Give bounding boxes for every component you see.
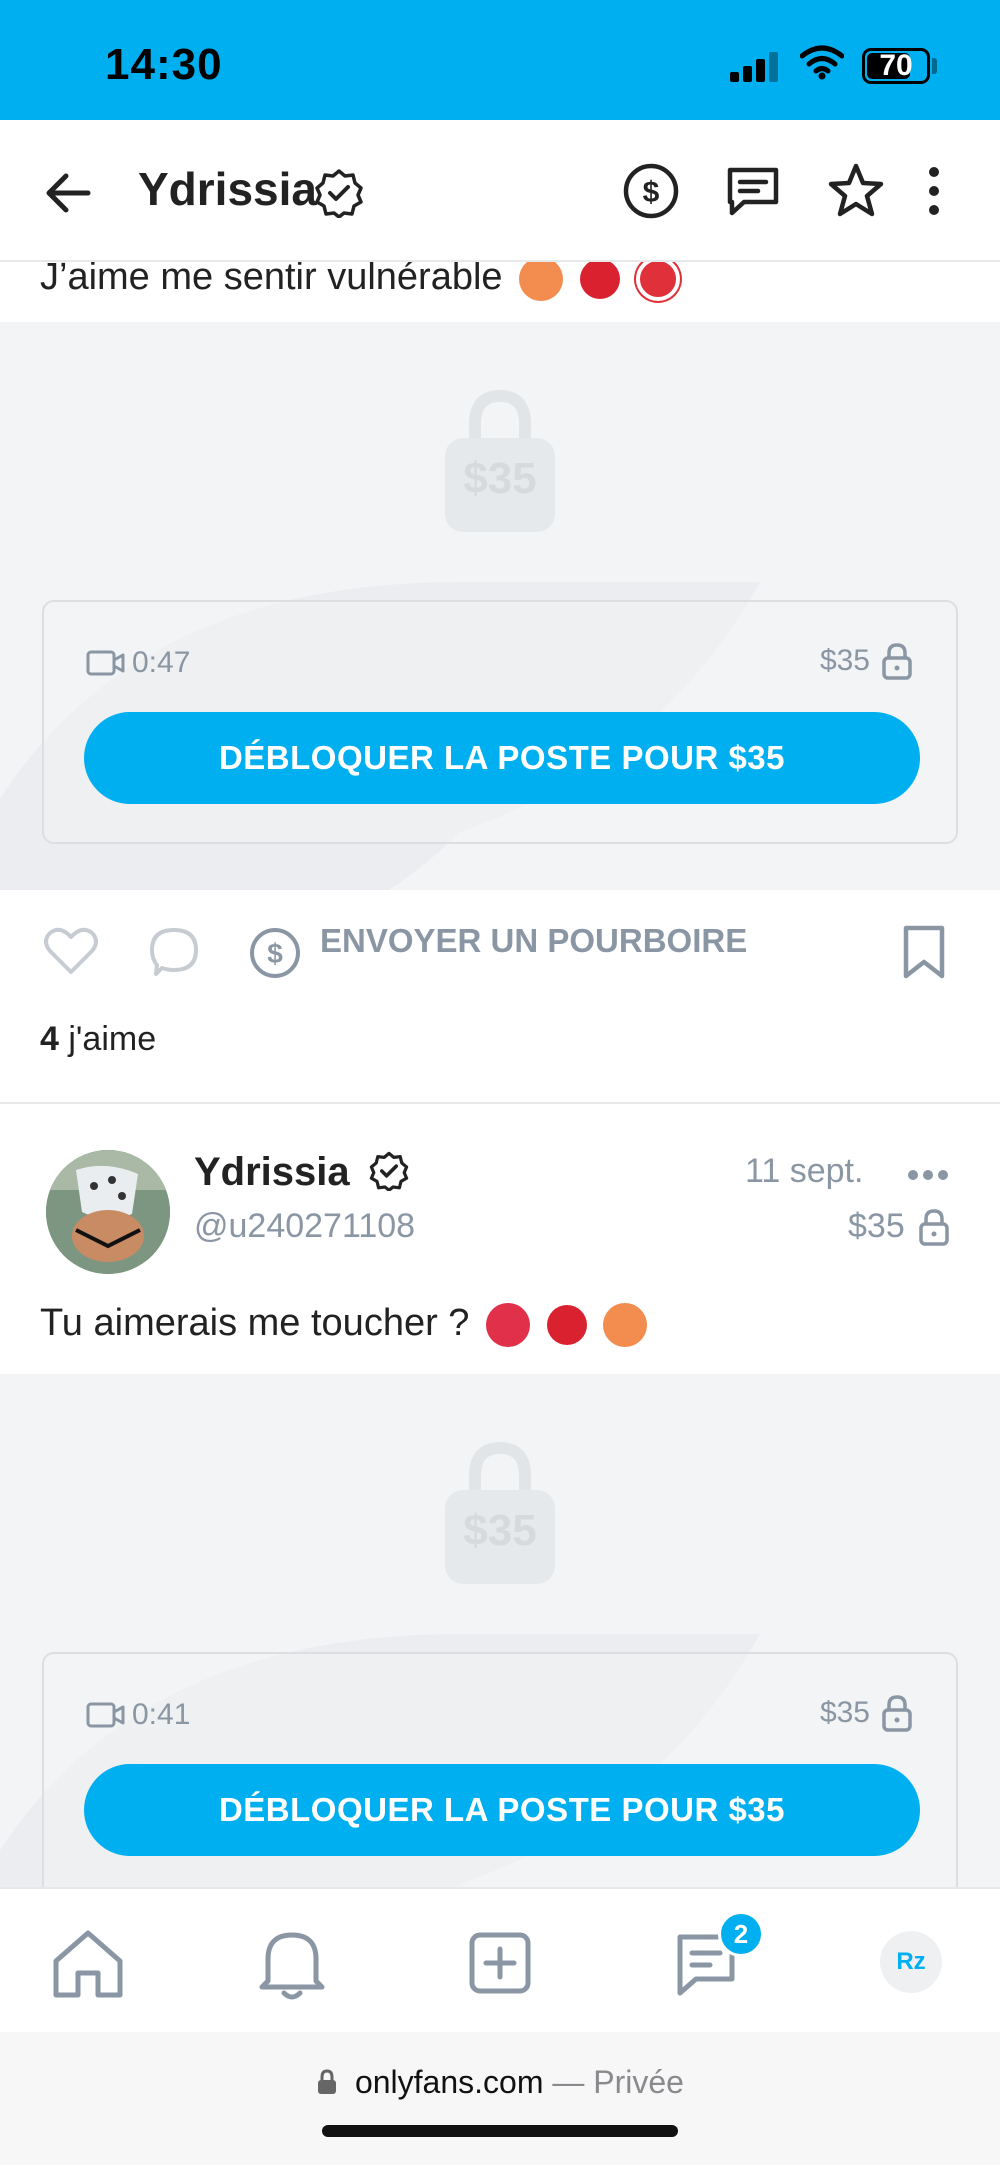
lock-icon: [918, 1208, 949, 1246]
browser-address-bar[interactable]: onlyfans.com — Privée: [0, 2032, 1000, 2165]
battery-cap: [932, 58, 937, 74]
private-mode-label: Privée: [593, 2064, 684, 2100]
svg-text:$: $: [643, 176, 660, 209]
home-icon[interactable]: [48, 1923, 128, 2003]
bell-icon[interactable]: [252, 1923, 332, 2003]
tip-dollar-icon[interactable]: $: [248, 926, 302, 980]
page-title[interactable]: Ydrissia: [138, 162, 317, 216]
bottom-tab-bar: 2 Rz: [0, 1887, 1000, 2032]
profile-avatar[interactable]: Rz: [880, 1931, 942, 1993]
wifi-icon: [800, 45, 844, 80]
status-bar: 14:30 70: [0, 0, 1000, 120]
url-display[interactable]: onlyfans.com — Privée: [0, 2064, 1000, 2101]
locked-media[interactable]: $35 0:41 $35 DÉBLOQUER LA POSTE POUR $35: [0, 1374, 1000, 1887]
verified-icon: [315, 169, 363, 218]
watermark-lock-icon: $35: [445, 1434, 555, 1584]
unlock-post-button[interactable]: DÉBLOQUER LA POSTE POUR $35: [84, 1764, 920, 1856]
battery-level: 70: [879, 49, 913, 82]
cherries-emoji: [546, 1304, 587, 1345]
feed: J’aime me sentir vulnérable $35 0:47 $35…: [0, 262, 1000, 1887]
more-horizontal-icon[interactable]: [908, 1167, 953, 1185]
add-post-icon[interactable]: [460, 1923, 540, 2003]
video-icon: [86, 1702, 125, 1728]
url-separator: —: [543, 2064, 594, 2100]
author-handle[interactable]: @u240271108: [194, 1207, 415, 1246]
media-card: 0:47 $35 DÉBLOQUER LA POSTE POUR $35: [42, 600, 958, 844]
avatar[interactable]: [46, 1150, 170, 1274]
media-price: $35: [820, 642, 914, 680]
peach-emoji: [519, 262, 564, 301]
media-card: 0:41 $35 DÉBLOQUER LA POSTE POUR $35: [42, 1652, 958, 1887]
bookmark-icon[interactable]: [900, 924, 948, 980]
unlock-post-button[interactable]: DÉBLOQUER LA POSTE POUR $35: [84, 712, 920, 804]
signal-icon: [730, 50, 785, 82]
status-time: 14:30: [105, 40, 223, 89]
post-caption: J’aime me sentir vulnérable: [40, 262, 681, 301]
lock-icon: [882, 643, 912, 680]
home-indicator: [322, 2125, 678, 2137]
post-date: 11 sept.: [745, 1152, 864, 1190]
video-icon: [86, 650, 125, 676]
lock-icon: [882, 1695, 912, 1732]
media-price: $35: [820, 1694, 914, 1732]
video-duration: 0:47: [86, 646, 190, 680]
tongue-emoji: [486, 1302, 530, 1347]
more-vertical-icon[interactable]: [914, 160, 954, 222]
star-icon[interactable]: [825, 160, 887, 222]
peach-emoji: [603, 1302, 648, 1347]
battery-icon: 70: [862, 48, 930, 84]
video-duration: 0:41: [86, 1698, 190, 1732]
lock-icon: [318, 2069, 337, 2094]
author-name[interactable]: Ydrissia: [194, 1150, 409, 1195]
no-under-18-emoji: [636, 262, 681, 301]
post-caption: Tu aimerais me toucher ?: [40, 1302, 648, 1347]
message-icon[interactable]: [722, 160, 784, 222]
send-tip-button[interactable]: ENVOYER UN POURBOIRE: [320, 922, 747, 960]
heart-icon[interactable]: [44, 926, 98, 976]
url-domain: onlyfans.com: [354, 2064, 544, 2100]
messages-badge: 2: [718, 1911, 764, 1957]
verified-icon: [369, 1151, 408, 1192]
locked-media[interactable]: $35 0:47 $35 DÉBLOQUER LA POSTE POUR $35: [0, 322, 1000, 890]
post-actions: $ ENVOYER UN POURBOIRE: [0, 882, 1000, 1002]
likes-count[interactable]: 4 j'aime: [40, 1020, 156, 1059]
cherries-emoji: [579, 262, 620, 299]
watermark-lock-icon: $35: [445, 382, 555, 532]
post-divider: [0, 1102, 1000, 1104]
post-price: $35: [848, 1207, 951, 1246]
comment-icon[interactable]: [148, 926, 200, 978]
top-nav: Ydrissia $: [0, 120, 1000, 262]
tip-dollar-icon[interactable]: $: [620, 160, 682, 222]
back-arrow-icon[interactable]: [40, 165, 96, 221]
svg-text:$: $: [267, 938, 283, 969]
